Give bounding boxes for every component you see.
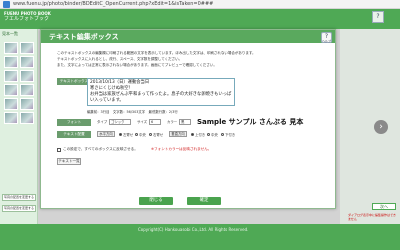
favicon-icon	[3, 1, 10, 8]
font-color-select[interactable]: 黒	[179, 119, 191, 125]
align-right-label: 右寄せ	[153, 132, 164, 137]
left-panel-button-1[interactable]: 写真の配置を変更する	[2, 194, 36, 201]
page-thumbnail[interactable]	[4, 112, 18, 124]
page-thumbnail[interactable]	[20, 112, 34, 124]
help-label: ヘルプ	[322, 39, 332, 43]
thumbnail-grid	[3, 41, 35, 125]
character-count-text: 編集前：3行目 文字数：56/303文字 最低数行数：2/3行	[87, 110, 178, 114]
next-page-arrow-icon[interactable]: ›	[374, 120, 388, 134]
logo: FUENU PHOTO BOOK フエルフォトブック	[4, 11, 62, 27]
page-thumbnail[interactable]	[20, 98, 34, 110]
page-thumbnail[interactable]	[4, 56, 18, 68]
font-color-warning: ※フォントカラーは反映されません。	[151, 147, 212, 151]
text-list-button[interactable]: テキスト一覧	[57, 158, 81, 165]
left-panel: 見本一覧 写真の配置を変更する 写真の配置を変更する	[0, 29, 38, 224]
left-panel-button-2[interactable]: 写真の配置を変更する	[2, 205, 36, 212]
align-middle-radio[interactable]	[207, 132, 210, 136]
right-panel	[340, 29, 400, 224]
url-text[interactable]: www.fuenu.jp/photo/binder/BDEditC_OpenCu…	[13, 0, 213, 9]
footer: Copyright(C) Hankouasobi Co.,Ltd. All Ri…	[0, 224, 400, 250]
close-button[interactable]: 閉じる	[139, 197, 173, 205]
align-left-radio[interactable]	[119, 132, 122, 136]
align-middle-label: 中央	[211, 132, 218, 137]
text-edit-dialog: テキスト編集ボックス ? ヘルプ このテキストボックスの編集欄に印刷される範囲の…	[40, 29, 336, 209]
font-label: フォント	[57, 119, 91, 126]
dialog-help-button[interactable]: ? ヘルプ	[321, 32, 332, 43]
font-type-label: タイプ	[97, 120, 108, 124]
font-sample-preview: Sample サンプル さんぷる 見本	[197, 118, 304, 126]
page-thumbnail[interactable]	[20, 70, 34, 82]
page-thumbnail[interactable]	[4, 84, 18, 96]
side-next-button[interactable]: 次へ	[372, 203, 396, 210]
page-thumbnail[interactable]	[4, 98, 18, 110]
font-color-label: カラー	[167, 120, 178, 124]
dialog-title-bar: テキスト編集ボックス	[41, 30, 335, 43]
text-editor-input[interactable]: 2013/10/13（日）運動会当日 寒さにくじけぬ秋空！ お弁当は家族ぜんぶ平…	[87, 78, 235, 106]
align-bottom-radio[interactable]	[221, 132, 224, 136]
page-thumbnail[interactable]	[4, 70, 18, 82]
browser-address-bar[interactable]: www.fuenu.jp/photo/binder/BDEditC_OpenCu…	[0, 0, 400, 9]
page-thumbnail[interactable]	[20, 56, 34, 68]
align-center-label: 中央	[139, 132, 146, 137]
align-left-label: 左寄せ	[123, 132, 134, 137]
apply-all-label: この設定で、すべてのボックスに反映させる。	[63, 147, 138, 151]
apply-all-checkbox[interactable]	[57, 148, 61, 152]
vertical-align-label: 垂直方向	[169, 131, 187, 137]
text-box-label: テキストボックス	[57, 78, 91, 85]
dialog-title: テキスト編集ボックス	[49, 33, 119, 41]
intro-line-3: また、文字によっては正常に表示されない場合があります。画面にてプレビューで確認し…	[57, 63, 217, 67]
align-center-radio[interactable]	[135, 132, 138, 136]
align-top-label: 上付き	[195, 132, 206, 137]
align-top-radio[interactable]	[191, 132, 194, 136]
align-right-radio[interactable]	[149, 132, 152, 136]
font-type-select[interactable]: ゴシック	[109, 119, 131, 125]
horizontal-align-label: 水平方向	[97, 131, 115, 137]
page-thumbnail[interactable]	[4, 42, 18, 54]
logo-line2: フエルフォトブック	[4, 16, 50, 22]
header-help-button[interactable]: ?	[372, 11, 384, 23]
confirm-button[interactable]: 確定	[187, 197, 221, 205]
page-thumbnail[interactable]	[20, 84, 34, 96]
copyright-text: Copyright(C) Hankouasobi Co.,Ltd. All Ri…	[138, 227, 249, 232]
align-bottom-label: 下付き	[225, 132, 236, 137]
page-thumbnail[interactable]	[20, 42, 34, 54]
font-size-label: サイズ	[137, 120, 148, 124]
left-panel-tag: 見本一覧	[2, 31, 18, 36]
dialog-intro: このテキストボックスの編集欄に印刷される範囲の文字を表示しています。ほみ出した文…	[57, 50, 327, 68]
text-layout-label: テキスト配置	[57, 131, 91, 138]
font-size-select[interactable]: 6	[149, 119, 161, 125]
side-note-text: ダイアログ表示中に編集操作はできません	[348, 213, 397, 221]
